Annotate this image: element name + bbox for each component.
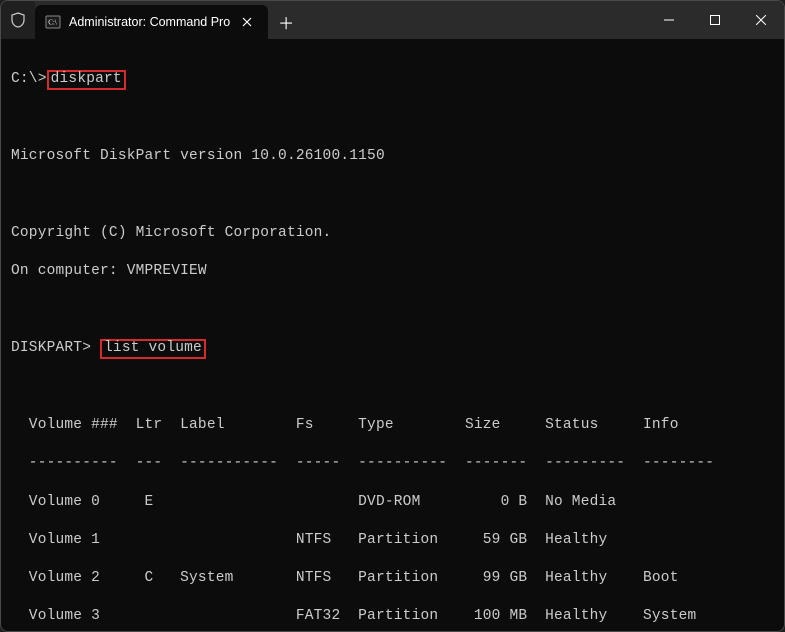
output-version: Microsoft DiskPart version 10.0.26100.11… [11,147,776,166]
tab-close-button[interactable] [238,13,256,31]
window-controls [646,1,784,39]
close-button[interactable] [738,1,784,39]
prompt-text: C:\> [11,71,47,87]
tab-title: Administrator: Command Pro [69,15,230,29]
blank-line [11,300,776,319]
table-header: Volume ### Ltr Label Fs Type Size Status… [11,416,776,435]
maximize-button[interactable] [692,1,738,39]
terminal-viewport[interactable]: C:\>diskpart Microsoft DiskPart version … [1,39,784,631]
uac-shield-icon [1,1,35,39]
cmd-icon: C:\ [45,14,61,30]
title-bar: C:\ Administrator: Command Pro ＋ [1,1,784,39]
table-row: Volume 3 FAT32 Partition 100 MB Healthy … [11,607,776,626]
table-divider: ---------- --- ----------- ----- -------… [11,454,776,473]
terminal-window: C:\ Administrator: Command Pro ＋ C:\>dis… [0,0,785,632]
svg-text:C:\: C:\ [48,19,57,27]
title-bar-drag-region[interactable] [304,1,646,39]
minimize-button[interactable] [646,1,692,39]
active-tab[interactable]: C:\ Administrator: Command Pro [35,5,268,39]
table-row: Volume 1 NTFS Partition 59 GB Healthy [11,531,776,550]
highlight-box: list volume [100,339,206,359]
output-computer: On computer: VMPREVIEW [11,262,776,281]
blank-line [11,109,776,128]
table-row: Volume 2 C System NTFS Partition 99 GB H… [11,569,776,588]
blank-line [11,378,776,397]
output-copyright: Copyright (C) Microsoft Corporation. [11,224,776,243]
blank-line [11,186,776,205]
new-tab-button[interactable]: ＋ [268,5,304,39]
highlight-box: diskpart [47,70,126,90]
terminal-line: DISKPART> list volume [11,339,776,359]
terminal-line: C:\>diskpart [11,70,776,90]
command-list-volume: list volume [104,340,202,356]
prompt-text: DISKPART> [11,340,100,356]
table-row: Volume 0 E DVD-ROM 0 B No Media [11,493,776,512]
command-diskpart: diskpart [51,71,122,87]
